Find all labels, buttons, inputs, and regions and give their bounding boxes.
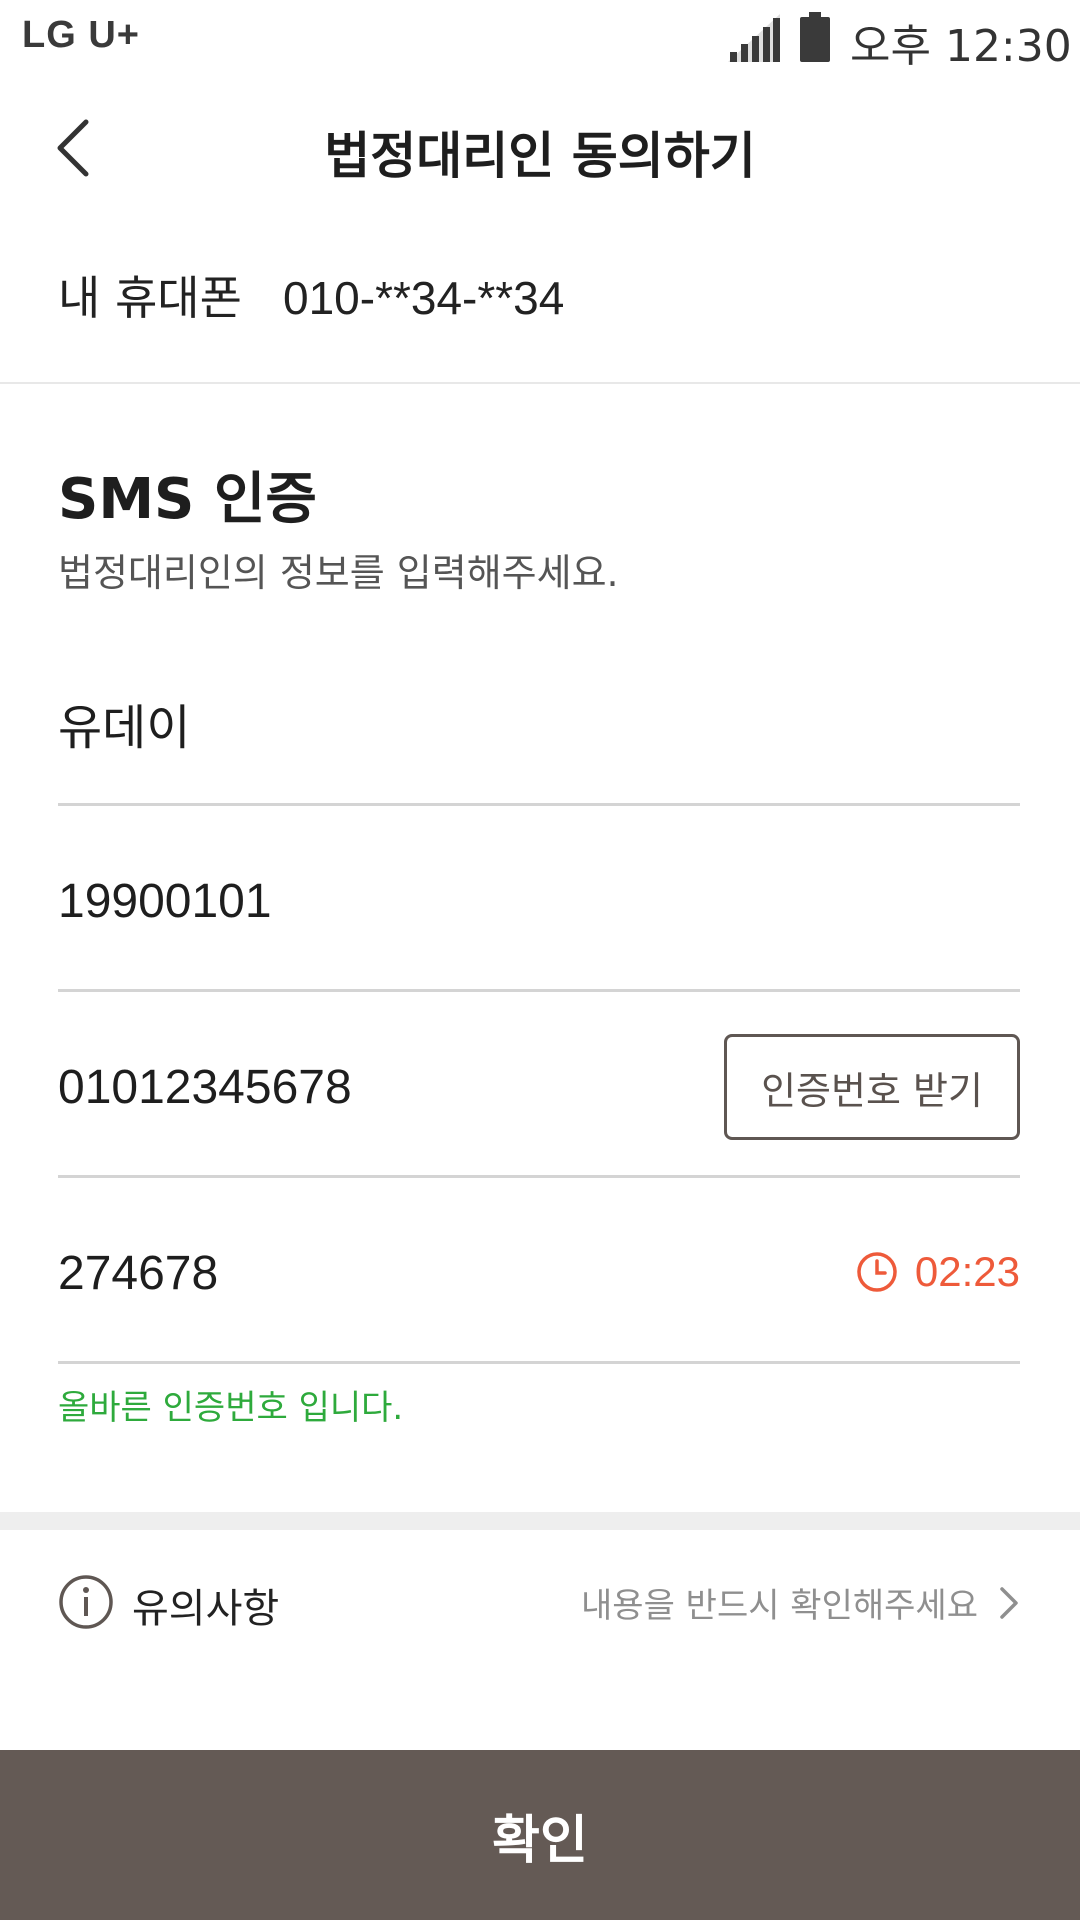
- chevron-right-icon: [1000, 1586, 1018, 1619]
- page-title: 법정대리인 동의하기: [324, 127, 756, 185]
- timer-value: 02:23: [914, 1248, 1020, 1295]
- app-bar: 법정대리인 동의하기: [0, 90, 1080, 210]
- info-icon: [59, 1575, 113, 1629]
- clock-icon: [857, 1252, 897, 1292]
- notice-row[interactable]: 유의사항 내용을 반드시 확인해주세요: [58, 1570, 1020, 1632]
- countdown-timer: 02:23: [855, 1248, 1020, 1296]
- my-phone-label: 내 휴대폰: [58, 271, 242, 325]
- notice-link[interactable]: 내용을 반드시 확인해주세요: [581, 1578, 1020, 1627]
- notice-title: 유의사항: [132, 1586, 280, 1632]
- status-time: 오후 12:30: [850, 21, 1072, 72]
- section-divider: [0, 1512, 1080, 1530]
- birthdate-input-value: 19900101: [58, 875, 272, 928]
- phone-input-value: 01012345678: [58, 1061, 352, 1114]
- request-code-button[interactable]: 인증번호 받기: [724, 1034, 1020, 1140]
- carrier-label: LG U+: [22, 14, 140, 56]
- status-bar: LG U+ 오후 12:30: [0, 0, 1080, 76]
- code-input-value: 274678: [58, 1247, 219, 1300]
- notice-link-text: 내용을 반드시 확인해주세요: [581, 1586, 978, 1626]
- section-title: SMS 인증: [58, 467, 317, 532]
- my-phone-value: 010-**34-**34: [283, 272, 565, 324]
- birthdate-field[interactable]: 19900101: [58, 806, 1020, 992]
- confirm-button[interactable]: 확인: [0, 1750, 1080, 1920]
- my-phone-row: 내 휴대폰 010-**34-**34: [58, 262, 564, 328]
- phone-number-field[interactable]: 01012345678 인증번호 받기: [58, 992, 1020, 1178]
- section-subtitle: 법정대리인의 정보를 입력해주세요.: [58, 551, 619, 595]
- divider: [0, 382, 1080, 384]
- verification-code-field[interactable]: 274678 02:23: [58, 1178, 1020, 1364]
- name-input-value: 유데이: [58, 700, 191, 756]
- name-field[interactable]: 유데이: [58, 620, 1020, 806]
- battery-icon: [800, 12, 830, 62]
- success-message: 올바른 인증번호 입니다.: [58, 1388, 404, 1428]
- signal-icon: [728, 14, 780, 62]
